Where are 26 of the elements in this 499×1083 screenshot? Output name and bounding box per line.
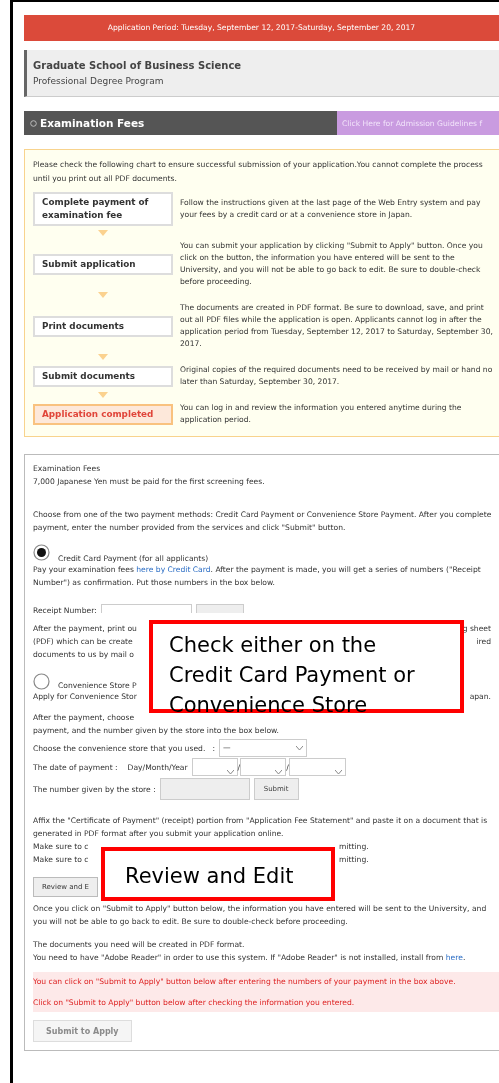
callout-box: Review and Edit [101,847,335,901]
bullet-icon [30,119,37,127]
caret-icon [226,770,234,774]
caret-icon [275,770,283,774]
radio-button[interactable] [33,673,50,690]
down-arrow-icon [98,230,108,236]
receipt-submit-button[interactable] [195,604,244,613]
down-arrow-icon [98,292,108,298]
radio-button[interactable] [33,544,50,561]
step-box: Submit application [33,253,173,275]
step-box: Complete payment of examination fee [33,192,173,226]
school-name: Graduate School of Business Science [33,59,243,73]
year-select[interactable] [288,758,346,776]
caret-icon [296,745,304,750]
down-arrow-icon [98,392,108,398]
step-box: Print documents [33,315,173,337]
down-arrow-icon [98,354,108,360]
step-box: Submit documents [33,365,173,387]
month-select[interactable] [240,758,287,776]
store-number-field[interactable] [159,778,250,800]
receipt-number-field[interactable] [100,604,192,613]
section-title: Examination Fees [40,116,145,130]
caret-icon [334,770,342,774]
program-name: Professional Degree Program [33,75,165,88]
day-select[interactable] [191,758,238,776]
step-box: Application completed [33,403,173,425]
